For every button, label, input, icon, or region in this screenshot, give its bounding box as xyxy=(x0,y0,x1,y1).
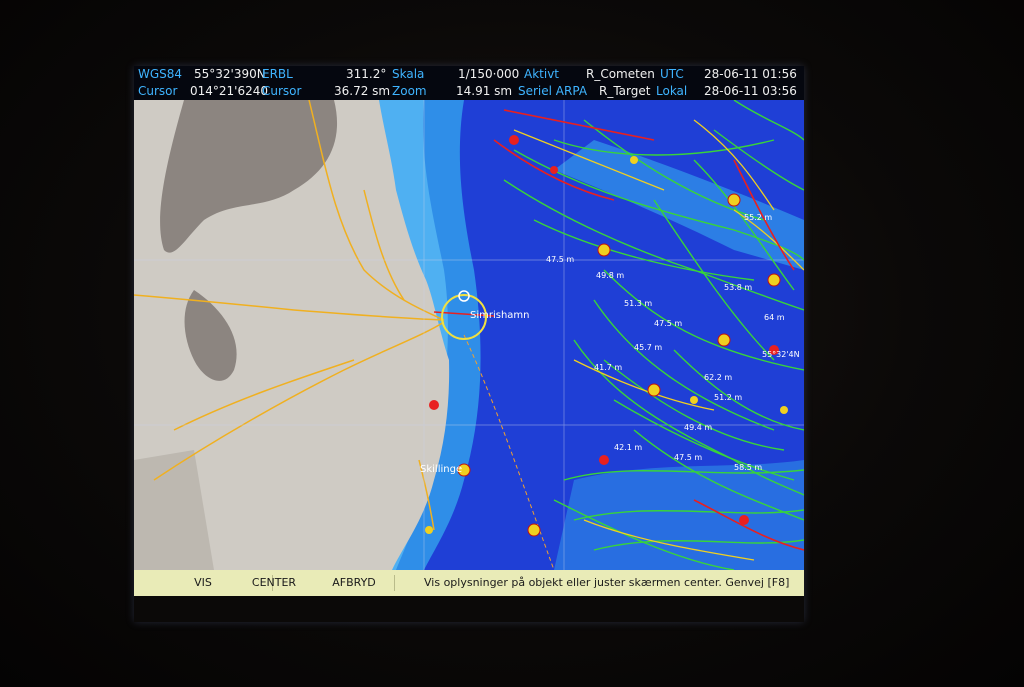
erbl-label: ERBL xyxy=(262,67,293,81)
active-value: R_Cometen xyxy=(586,67,655,81)
active-label: Aktivt xyxy=(524,67,560,81)
status-bar: WGS84 55°32'390N Cursor 014°21'6240 ERBL… xyxy=(134,66,804,100)
function-bar: VIS CENTER AFBRYD Vis oplysninger på obj… xyxy=(134,570,804,596)
depth-label: 62.2 m xyxy=(704,373,732,382)
depth-label: 64 m xyxy=(764,313,785,322)
erbl-distance: 36.72 sm xyxy=(334,84,391,98)
latitude-grid-label: 55°32'4N xyxy=(762,350,800,359)
cursor-label: Cursor xyxy=(138,84,178,98)
chart-plotter-screen: WGS84 55°32'390N Cursor 014°21'6240 ERBL… xyxy=(134,66,804,622)
depth-label: 42.1 m xyxy=(614,443,642,452)
depth-label: 51.3 m xyxy=(624,299,652,308)
serial-label: Seriel ARPA xyxy=(518,84,588,98)
depth-label: 49.8 m xyxy=(596,271,624,280)
place-skillinge: Skillinge xyxy=(420,464,462,475)
erbl-bearing: 311.2° xyxy=(346,67,387,81)
datum-label: WGS84 xyxy=(138,67,183,81)
center-button[interactable]: CENTER xyxy=(234,575,314,591)
place-simrishamn: Simrishamn xyxy=(470,310,530,321)
hint-text: Vis oplysninger på objekt eller juster s… xyxy=(424,576,790,589)
depth-label: 47.5 m xyxy=(546,255,574,264)
depth-label: 47.5 m xyxy=(654,319,682,328)
erbl-cursor-label: Cursor xyxy=(262,84,302,98)
zoom-value: 14.91 sm xyxy=(456,84,513,98)
depth-label: 51.2 m xyxy=(714,393,742,402)
scale-value: 1/150·000 xyxy=(458,67,520,81)
local-value: 28-06-11 03:56 xyxy=(704,84,797,98)
utc-label: UTC xyxy=(660,67,684,81)
depth-label: 55.2 m xyxy=(744,213,772,222)
depth-label: 45.7 m xyxy=(634,343,662,352)
zoom-label: Zoom xyxy=(392,84,427,98)
scale-label: Skala xyxy=(392,67,425,81)
depth-label: 47.5 m xyxy=(674,453,702,462)
utc-value: 28-06-11 01:56 xyxy=(704,67,797,81)
depth-label: 49.4 m xyxy=(684,423,712,432)
shallow-bank-south xyxy=(554,460,804,570)
latitude-value: 55°32'390N xyxy=(194,67,266,81)
afbryd-button[interactable]: AFBRYD xyxy=(314,575,395,591)
screen-lower-border xyxy=(134,596,804,622)
depth-label: 58.5 m xyxy=(734,463,762,472)
nautical-chart[interactable]: Simrishamn Skillinge 55°32'4N 47.5 m 49.… xyxy=(134,100,804,570)
longitude-value: 014°21'6240 xyxy=(190,84,269,98)
depth-label: 53.8 m xyxy=(724,283,752,292)
depth-label: 41.7 m xyxy=(594,363,622,372)
serial-value: R_Target xyxy=(599,84,651,98)
local-label: Lokal xyxy=(656,84,688,98)
